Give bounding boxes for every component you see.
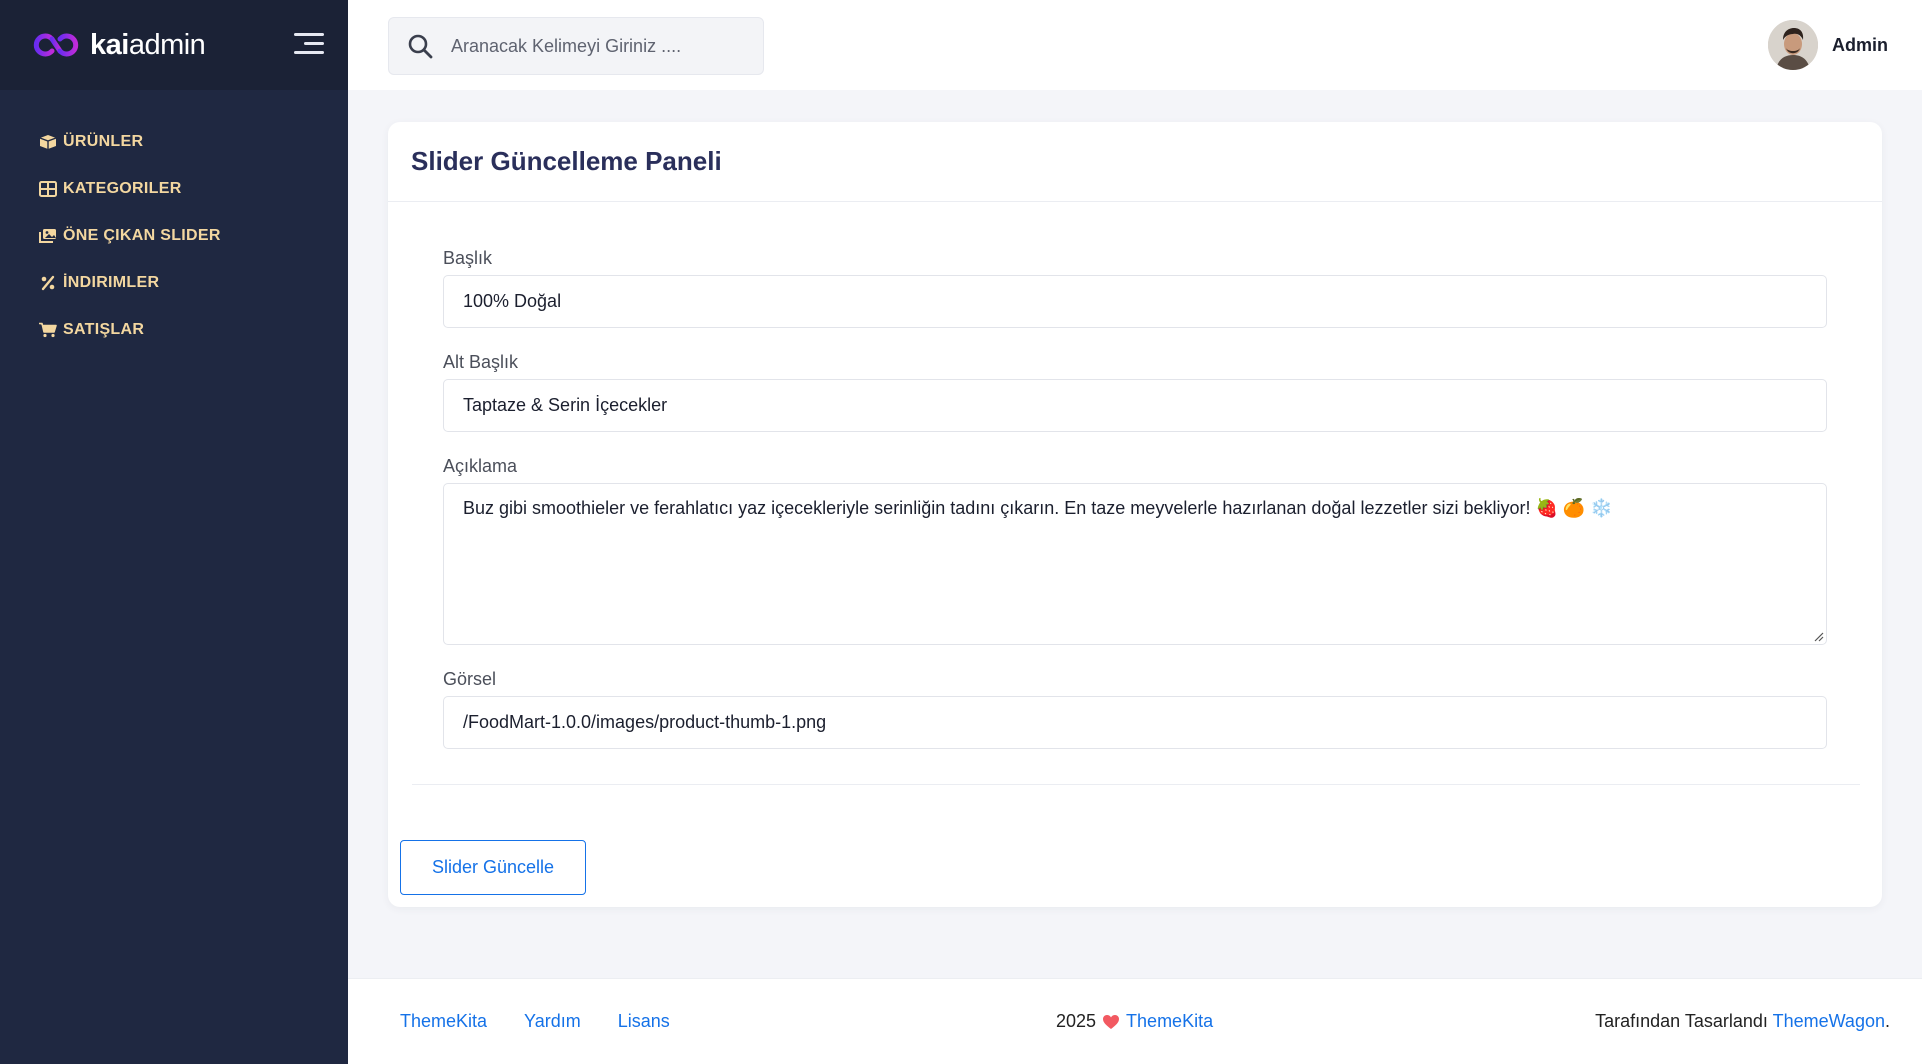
footer-link-lisans[interactable]: Lisans <box>618 1011 670 1032</box>
description-text: Buz gibi smoothieler ve ferahlatıcı yaz … <box>463 498 1613 518</box>
logo-text: kaiadmin <box>90 28 206 61</box>
logo-icon <box>33 33 79 57</box>
card-header: Slider Güncelleme Paneli <box>388 122 1882 202</box>
sidebar-item-one-cikan-slider[interactable]: ÖNE ÇIKAN SLIDER <box>39 212 348 259</box>
footer-credit: Tarafından Tasarlandı ThemeWagon. <box>1595 1011 1890 1032</box>
footer-brand-link[interactable]: ThemeKita <box>1126 1011 1213 1032</box>
description-label: Açıklama <box>443 456 518 476</box>
update-slider-button[interactable]: Slider Güncelle <box>400 840 586 895</box>
sidebar-header: kaiadmin <box>0 0 348 90</box>
menu-toggle-icon[interactable] <box>294 33 324 57</box>
logo[interactable]: kaiadmin <box>30 28 206 62</box>
resize-grip-icon[interactable] <box>1812 630 1824 642</box>
footer-link-yardim[interactable]: Yardım <box>524 1011 581 1032</box>
subtitle-input[interactable]: Taptaze & Serin İçecekler <box>443 379 1827 432</box>
page-title: Slider Güncelleme Paneli <box>411 146 722 176</box>
sidebar-item-label: ÖNE ÇIKAN SLIDER <box>63 226 221 244</box>
sidebar-item-indirimler[interactable]: İNDIRIMLER <box>39 259 348 306</box>
heart-icon <box>1103 1014 1120 1029</box>
search-box <box>388 17 764 75</box>
image-input[interactable]: /FoodMart-1.0.0/images/product-thumb-1.p… <box>443 696 1827 749</box>
form-divider <box>412 784 1860 785</box>
avatar[interactable] <box>1768 20 1818 70</box>
search-icon[interactable] <box>389 17 451 75</box>
footer-year: 2025 <box>1056 1011 1097 1031</box>
footer-copyright: 2025 ThemeKita <box>1056 1011 1213 1032</box>
sidebar-item-kategoriler[interactable]: KATEGORILER <box>39 165 348 212</box>
image-field-group: Görsel /FoodMart-1.0.0/images/product-th… <box>443 669 1827 749</box>
footer: ThemeKita Yardım Lisans 2025 ThemeKita T… <box>348 978 1922 1064</box>
cart-icon <box>39 322 57 338</box>
percent-icon <box>39 275 57 291</box>
subtitle-label: Alt Başlık <box>443 352 519 372</box>
images-icon <box>39 228 57 244</box>
sidebar-item-urunler[interactable]: ÜRÜNLER <box>39 118 348 165</box>
description-field-group: Açıklama Buz gibi smoothieler ve ferahla… <box>443 456 1827 645</box>
footer-links: ThemeKita Yardım Lisans <box>400 1011 670 1032</box>
sidebar-item-label: SATIŞLAR <box>63 320 145 338</box>
slider-form: Başlık 100% Doğal Alt Başlık Taptaze & S… <box>388 202 1882 749</box>
user-menu[interactable]: Admin <box>1768 20 1888 70</box>
topbar: Admin <box>348 0 1922 90</box>
subtitle-field-group: Alt Başlık Taptaze & Serin İçecekler <box>443 352 1827 432</box>
sidebar-item-satislar[interactable]: SATIŞLAR <box>39 306 348 353</box>
sidebar-item-label: İNDIRIMLER <box>63 273 160 291</box>
sidebar-item-label: ÜRÜNLER <box>63 132 144 150</box>
footer-credit-suffix: . <box>1884 1011 1890 1031</box>
sidebar: kaiadmin ÜRÜNLER KATEGORILER ÖNE ÇIKAN S… <box>0 0 348 1064</box>
user-name[interactable]: Admin <box>1832 35 1888 56</box>
grid-icon <box>39 180 57 197</box>
sidebar-item-label: KATEGORILER <box>63 179 182 197</box>
title-label: Başlık <box>443 248 493 268</box>
footer-link-themekita[interactable]: ThemeKita <box>400 1011 487 1032</box>
sidebar-nav: ÜRÜNLER KATEGORILER ÖNE ÇIKAN SLIDER İND… <box>0 118 348 353</box>
footer-credit-text: Tarafından Tasarlandı <box>1595 1011 1773 1031</box>
image-label: Görsel <box>443 669 497 689</box>
title-input[interactable]: 100% Doğal <box>443 275 1827 328</box>
search-input[interactable] <box>451 35 763 57</box>
slider-update-card: Slider Güncelleme Paneli Başlık 100% Doğ… <box>388 122 1882 907</box>
footer-themewagon-link[interactable]: ThemeWagon <box>1773 1011 1885 1031</box>
description-textarea[interactable]: Buz gibi smoothieler ve ferahlatıcı yaz … <box>443 483 1827 645</box>
box-icon <box>39 134 57 150</box>
title-field-group: Başlık 100% Doğal <box>443 248 1827 328</box>
